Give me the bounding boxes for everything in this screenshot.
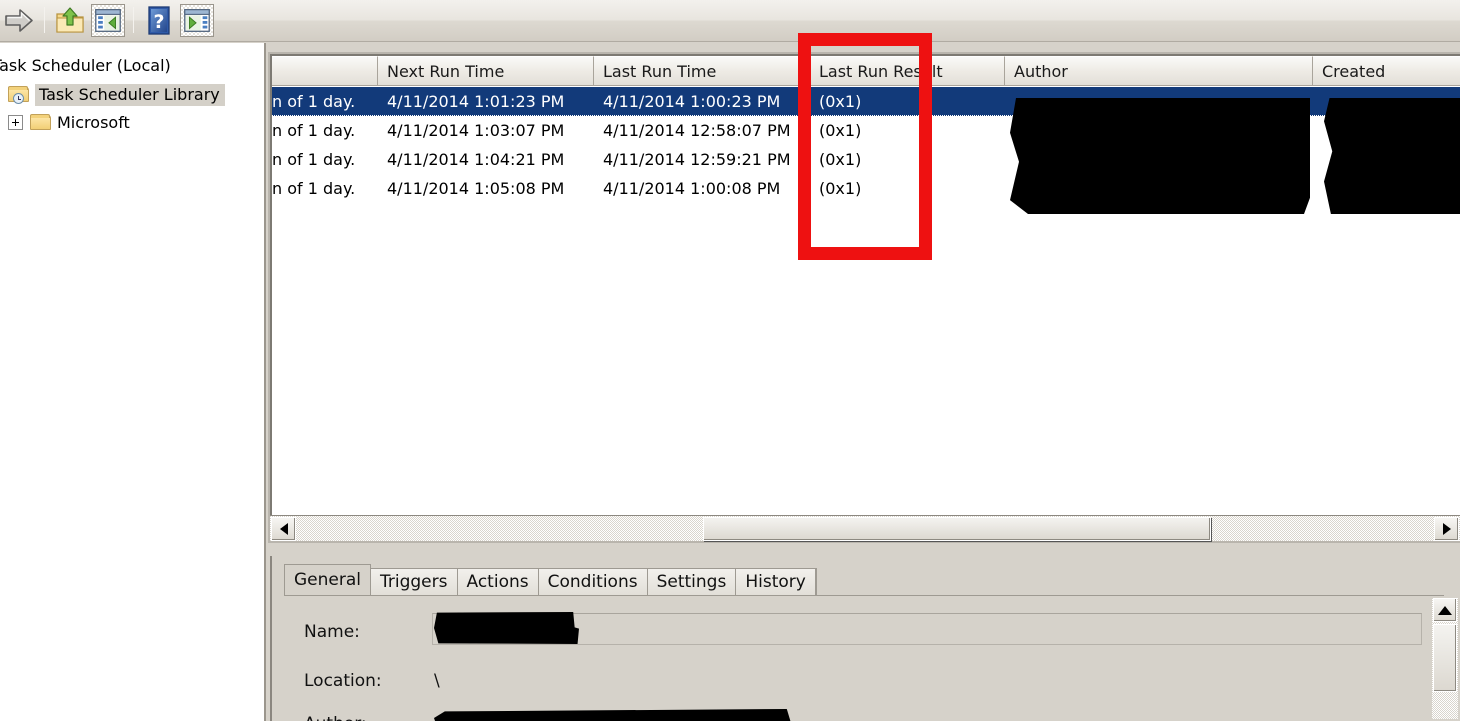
cell-last-run-result: (0x1): [819, 150, 862, 169]
location-label: Location:: [304, 671, 382, 691]
tab-general[interactable]: General: [284, 564, 371, 595]
tab-settings[interactable]: Settings: [646, 568, 737, 595]
location-value: \: [434, 671, 440, 691]
toolbar-separator-2: [133, 7, 134, 33]
column-header-last-run-result[interactable]: Last Run Result: [810, 56, 1005, 86]
scroll-left-button[interactable]: [271, 517, 296, 541]
tree-root-label: Task Scheduler (Local): [0, 56, 171, 75]
detail-vertical-scrollbar[interactable]: [1432, 598, 1458, 719]
cell-next-run-time: 4/11/2014 1:04:21 PM: [387, 150, 565, 169]
cell-last-run-result: (0x1): [819, 121, 862, 140]
console-tree-pane: Task Scheduler (Local) Task Scheduler Li…: [0, 43, 266, 721]
expand-plus-icon[interactable]: [8, 115, 23, 130]
cell-trigger: n of 1 day.: [272, 121, 356, 140]
general-tab-panel: Name: Location: \ Author:: [284, 595, 1444, 721]
cell-last-run-result: (0x1): [819, 92, 862, 111]
toolbar: ?: [0, 0, 1460, 42]
scroll-right-button[interactable]: [1434, 517, 1459, 541]
column-header-trigger[interactable]: [272, 56, 378, 86]
tabstrip-end-divider: [815, 568, 817, 595]
scroll-up-button[interactable]: [1433, 598, 1457, 622]
sidebar-item-label: Task Scheduler Library: [35, 83, 225, 106]
column-header-next-run-time[interactable]: Next Run Time: [378, 56, 594, 86]
tree-root-node[interactable]: Task Scheduler (Local): [0, 54, 171, 77]
horizontal-scrollbar-thumb[interactable]: [703, 517, 1211, 541]
cell-trigger: n of 1 day.: [272, 92, 356, 111]
tab-triggers[interactable]: Triggers: [370, 568, 458, 595]
show-hide-console-tree-icon[interactable]: [91, 4, 125, 37]
sidebar-item-task-scheduler-library[interactable]: Task Scheduler Library: [8, 83, 225, 106]
cell-trigger: n of 1 day.: [272, 150, 356, 169]
sidebar-item-microsoft[interactable]: Microsoft: [8, 111, 130, 134]
redaction-created-block: [1324, 98, 1460, 214]
cell-last-run-time: 4/11/2014 1:00:23 PM: [603, 92, 781, 111]
redaction-author-block: [1010, 98, 1310, 214]
column-header-author[interactable]: Author: [1005, 56, 1313, 86]
column-header-last-run-time[interactable]: Last Run Time: [594, 56, 810, 86]
tab-conditions[interactable]: Conditions: [537, 568, 648, 595]
task-list: Next Run Time Last Run Time Last Run Res…: [270, 54, 1460, 541]
svg-text:?: ?: [153, 11, 164, 33]
detail-tabs: General Triggers Actions Conditions Sett…: [284, 564, 817, 595]
cell-last-run-time: 4/11/2014 12:58:07 PM: [603, 121, 791, 140]
chevron-left-icon: [279, 523, 288, 535]
chevron-right-icon: [1442, 523, 1451, 535]
chevron-up-icon: [1438, 605, 1452, 615]
name-field[interactable]: [432, 613, 1422, 645]
cell-last-run-time: 4/11/2014 12:59:21 PM: [603, 150, 791, 169]
cell-last-run-time: 4/11/2014 1:00:08 PM: [603, 179, 781, 198]
show-hide-action-pane-icon[interactable]: [180, 4, 214, 37]
cell-last-run-result: (0x1): [819, 179, 862, 198]
name-label: Name:: [304, 622, 360, 642]
forward-arrow-icon[interactable]: [2, 4, 36, 37]
up-one-level-icon[interactable]: [53, 4, 87, 37]
tab-actions[interactable]: Actions: [456, 568, 539, 595]
toolbar-separator-1: [44, 7, 45, 33]
tab-history[interactable]: History: [735, 568, 816, 595]
task-scheduler-window: ? Task Scheduler (Local) Task Scheduler …: [0, 0, 1460, 721]
redaction-name-value: [434, 612, 579, 644]
cell-next-run-time: 4/11/2014 1:01:23 PM: [387, 92, 565, 111]
library-folder-icon: [8, 86, 29, 104]
cell-next-run-time: 4/11/2014 1:03:07 PM: [387, 121, 565, 140]
sidebar-item-label: Microsoft: [57, 113, 130, 132]
task-detail-pane: General Triggers Actions Conditions Sett…: [270, 556, 1460, 721]
cell-trigger: n of 1 day.: [272, 179, 356, 198]
author-label: Author:: [304, 714, 367, 721]
table-header-row: Next Run Time Last Run Time Last Run Res…: [272, 56, 1460, 86]
vertical-scrollbar-thumb[interactable]: [1433, 624, 1457, 692]
help-icon[interactable]: ?: [142, 4, 176, 37]
cell-next-run-time: 4/11/2014 1:05:08 PM: [387, 179, 565, 198]
column-header-created[interactable]: Created: [1313, 56, 1460, 86]
folder-icon: [30, 114, 51, 131]
horizontal-scrollbar[interactable]: [270, 515, 1460, 541]
redaction-author-value: [434, 709, 794, 721]
